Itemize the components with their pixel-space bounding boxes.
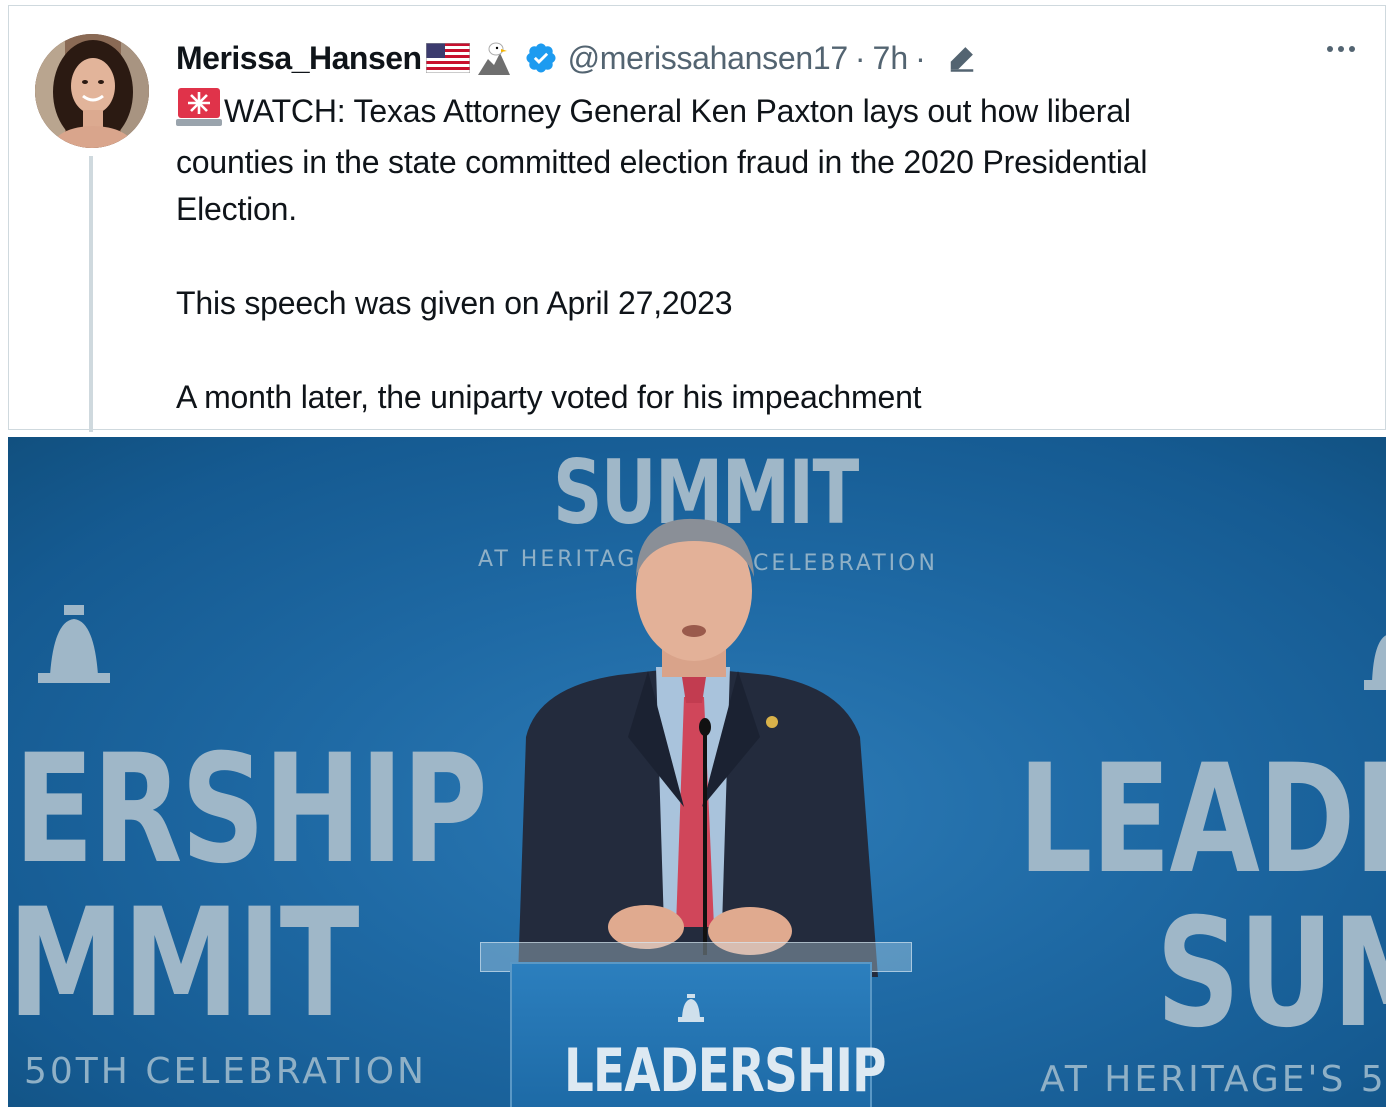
backdrop-right-word1: LEADE: [1018, 733, 1386, 907]
siren-emoji: [176, 88, 222, 139]
tweet-header: Merissa_Hansen @merissahansen17 · 7h ·: [176, 36, 1366, 80]
verified-badge-icon[interactable]: [524, 41, 558, 75]
more-options-icon[interactable]: [1327, 46, 1355, 52]
avatar-image: [35, 34, 149, 148]
backdrop-left-word1: ERSHIP: [14, 723, 488, 897]
podium-sign: LEADERSHIP: [510, 962, 886, 1107]
edited-pencil-icon[interactable]: [947, 43, 977, 73]
liberty-bell-icon: [678, 994, 704, 1022]
liberty-bell-icon: [38, 605, 110, 683]
user-handle[interactable]: @merissahansen17: [568, 36, 849, 80]
tweet-text-line3: Election.: [176, 191, 297, 227]
tweet-card[interactable]: Merissa_Hansen @merissahansen17 · 7h · W…: [8, 5, 1386, 432]
backdrop-right-sub: AT HERITAGE'S 5C: [1040, 1059, 1386, 1100]
tweet-text-paragraph3: A month later, the uniparty voted for hi…: [176, 379, 922, 415]
speaker-figure: [518, 518, 878, 977]
video-player[interactable]: SUMMIT AT HERITAG CELEBRATION ERSHIP MMI…: [8, 437, 1386, 1107]
thread-line: [89, 156, 93, 432]
tweet-text-line1: WATCH: Texas Attorney General Ken Paxton…: [224, 93, 1131, 129]
backdrop-left-word2: MMIT: [8, 877, 360, 1051]
liberty-bell-icon: [1364, 635, 1386, 690]
separator: ·: [915, 40, 926, 76]
backdrop-left-sub: 50TH CELEBRATION: [24, 1051, 427, 1092]
us-flag-emoji: [425, 43, 470, 73]
avatar[interactable]: [35, 34, 149, 148]
tweet-text-line2: counties in the state committed election…: [176, 144, 1148, 180]
display-name[interactable]: Merissa_Hansen: [176, 36, 422, 80]
backdrop-right-word2: SUM: [1156, 887, 1386, 1061]
tweet-text-paragraph2: This speech was given on April 27,2023: [176, 285, 733, 321]
separator: ·: [854, 40, 866, 76]
eagle-emoji: [474, 39, 514, 77]
tweet-text: WATCH: Texas Attorney General Ken Paxton…: [176, 88, 1356, 421]
timestamp[interactable]: 7h: [873, 36, 909, 80]
podium-label: LEADERSHIP: [564, 1036, 886, 1106]
